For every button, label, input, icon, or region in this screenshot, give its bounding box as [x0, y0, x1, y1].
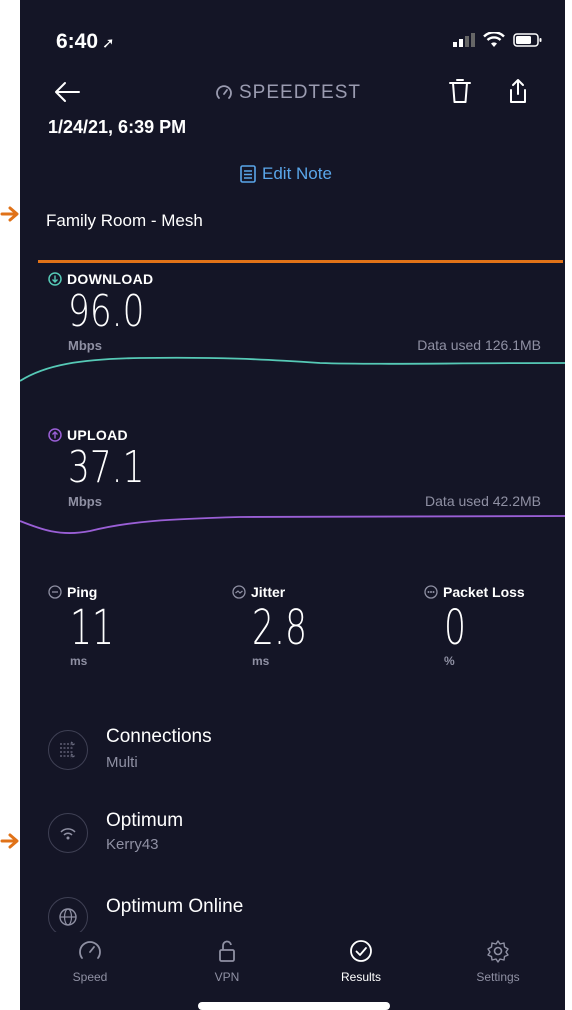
upload-value: 37.1	[68, 442, 145, 493]
ping-icon	[48, 585, 62, 599]
tab-speed[interactable]: Speed	[30, 932, 150, 984]
upload-label-text: UPLOAD	[67, 427, 128, 443]
share-icon[interactable]	[508, 78, 528, 104]
brand-text: SPEEDTEST	[239, 82, 361, 103]
battery-icon	[513, 33, 542, 47]
edit-note-label: Edit Note	[262, 164, 332, 183]
provider-icon	[48, 897, 88, 937]
provider-name: Optimum Online	[106, 896, 244, 917]
note-icon	[240, 165, 256, 183]
packet-loss-unit: %	[444, 654, 455, 668]
wifi-network-icon	[48, 813, 88, 853]
result-datetime: 1/24/21, 6:39 PM	[48, 117, 187, 137]
tab-speed-label: Speed	[72, 970, 108, 984]
packet-loss-value: 0	[444, 600, 466, 656]
tab-vpn-label: VPN	[214, 970, 240, 984]
tab-results-label: Results	[340, 970, 381, 984]
upload-label: UPLOAD	[48, 427, 128, 443]
edit-note-button[interactable]: Edit Note	[240, 164, 332, 184]
trash-icon[interactable]	[448, 78, 472, 104]
speedtest-result-screen: 6:40 ➚ SPEEDTEST 1/24/21, 6:39 PM Edit N…	[20, 0, 565, 1010]
upload-graph	[20, 515, 565, 534]
upload-icon	[48, 428, 62, 442]
jitter-label: Jitter	[232, 584, 285, 600]
jitter-value: 2.8	[252, 600, 307, 656]
check-circle-icon	[350, 940, 372, 962]
packet-loss-label-text: Packet Loss	[443, 584, 525, 600]
annotation-arrow-icon	[0, 206, 19, 222]
ping-label: Ping	[48, 584, 97, 600]
packet-loss-icon	[424, 585, 438, 599]
jitter-icon	[232, 585, 246, 599]
speedtest-logo-icon	[216, 85, 232, 99]
wifi-signal-icon	[60, 828, 76, 840]
download-icon	[48, 272, 62, 286]
ping-label-text: Ping	[67, 584, 98, 600]
download-label: DOWNLOAD	[48, 271, 153, 287]
tab-results[interactable]: Results	[301, 932, 421, 984]
multi-connection-icon	[60, 741, 76, 759]
network-ssid: Kerry43	[106, 836, 159, 853]
jitter-unit: ms	[252, 654, 270, 668]
gear-icon	[487, 940, 509, 963]
globe-icon	[59, 908, 77, 926]
speedometer-icon	[79, 941, 101, 959]
connections-value: Multi	[106, 754, 138, 771]
tab-vpn[interactable]: VPN	[167, 932, 287, 984]
tab-settings-label: Settings	[476, 970, 520, 984]
connections-title: Connections	[106, 726, 212, 747]
wifi-icon	[483, 32, 505, 47]
connections-icon	[48, 730, 88, 770]
annotation-arrow-icon	[0, 833, 19, 849]
home-indicator	[198, 1002, 390, 1010]
status-time-text: 6:40	[56, 30, 99, 53]
note-text: Family Room - Mesh	[46, 211, 203, 230]
ping-unit: ms	[70, 654, 88, 668]
unlock-icon	[219, 940, 235, 962]
packet-loss-label: Packet Loss	[424, 584, 525, 600]
network-name: Optimum	[106, 810, 184, 831]
tab-bar: Speed VPN Results Settings	[20, 932, 565, 1010]
download-label-text: DOWNLOAD	[67, 271, 154, 287]
ping-value: 11	[70, 600, 114, 656]
back-arrow-icon[interactable]	[53, 80, 81, 104]
status-time: 6:40 ➚	[56, 30, 115, 54]
tab-settings[interactable]: Settings	[438, 932, 558, 984]
speedtest-brand: SPEEDTEST	[215, 82, 361, 104]
status-icons	[453, 30, 543, 50]
download-graph	[20, 356, 565, 382]
signal-icon	[453, 33, 475, 47]
jitter-label-text: Jitter	[251, 584, 286, 600]
annotation-underline	[38, 260, 563, 263]
download-value: 96.0	[68, 286, 145, 337]
location-arrow-icon: ➚	[102, 35, 115, 52]
